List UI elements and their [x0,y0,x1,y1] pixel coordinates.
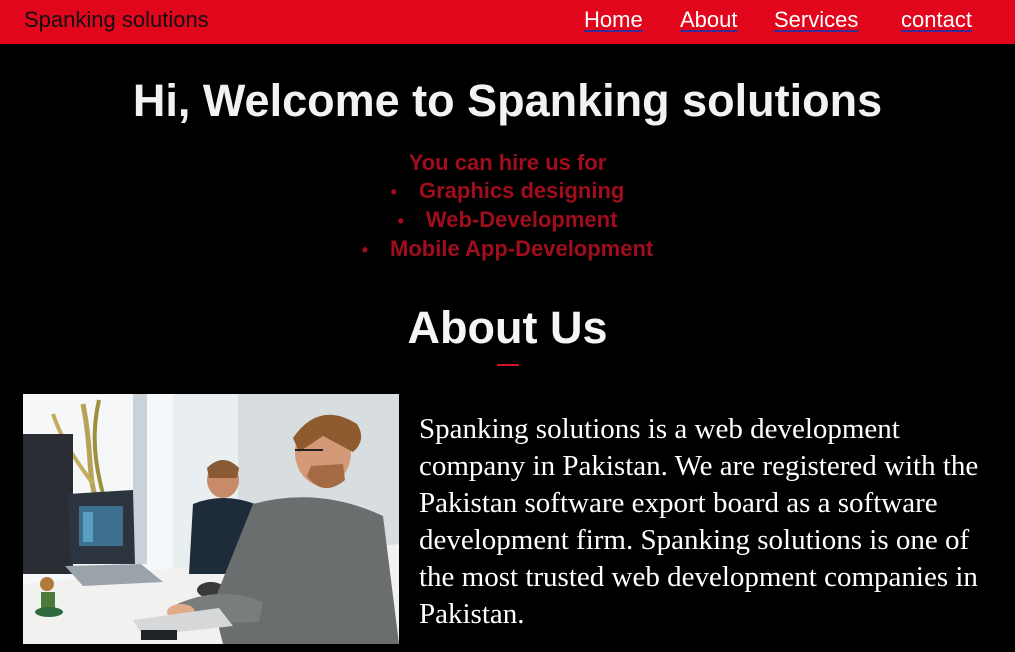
about-heading: About Us [407,302,608,353]
service-label: Web-Development [425,207,618,232]
bullet-icon: • [397,211,404,231]
service-label: Mobile App-Development [390,236,654,261]
service-list: • Graphics designing • Web-Development • Mo… [0,177,1015,264]
service-item: • Web-Development [0,206,1015,235]
nav-link-home[interactable]: Home [584,7,643,33]
nav-link-about[interactable]: About [680,7,738,33]
about-photo [23,394,399,644]
bullet-icon: • [390,182,397,202]
navbar: Spanking solutions Home About Services c… [0,0,1015,44]
bullet-icon: • [361,240,369,260]
nav-link-services[interactable]: Services [774,7,858,33]
service-item: • Graphics designing [0,177,1015,206]
brand-name[interactable]: Spanking solutions [24,7,209,33]
hire-intro: You can hire us for [408,150,607,175]
service-item: • Mobile App-Development [0,235,1015,264]
about-text: Spanking solutions is a web development … [419,413,979,630]
service-label: Graphics designing [418,178,625,203]
hero-title: Hi, Welcome to Spanking solutions [132,75,883,126]
about-divider [497,364,519,366]
nav-link-contact[interactable]: contact [901,7,972,33]
